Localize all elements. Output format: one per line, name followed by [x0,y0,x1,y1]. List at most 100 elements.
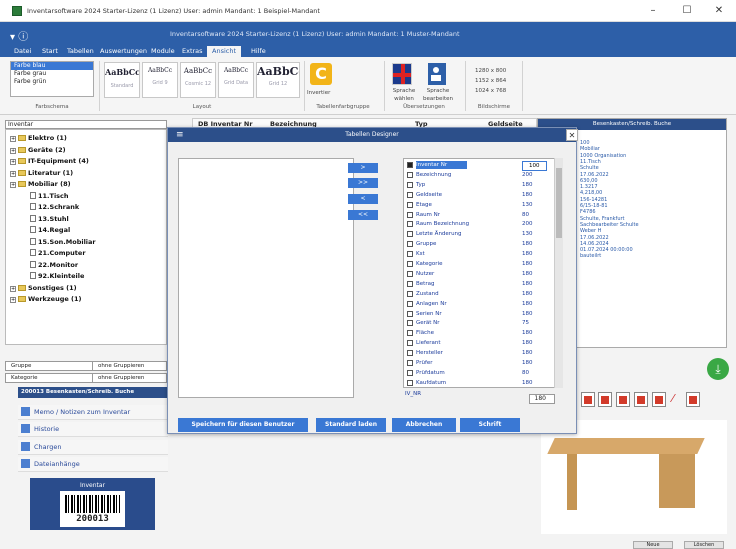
minimize-button[interactable]: – [638,4,668,18]
field-width[interactable]: 180 [522,250,533,258]
field-checkbox[interactable] [407,171,413,178]
field-checkbox[interactable] [407,231,413,238]
field-row[interactable]: Etage 130 [404,201,552,210]
field-checkbox[interactable] [407,379,413,386]
menu-start[interactable]: Start [37,46,63,57]
field-width[interactable]: 180 [522,260,533,268]
menu-datei[interactable]: Datei [9,46,36,57]
expand-toggle-icon[interactable]: + [10,147,16,154]
load-default-button[interactable]: Standard laden [316,418,386,432]
group-combo[interactable]: Gruppe [5,361,93,371]
tree-item[interactable]: 22.Monitor [22,260,78,269]
field-row[interactable]: Prüfdatum 80 [404,369,552,378]
field-row[interactable]: Raum Bezeichnung 200 [404,220,552,229]
tree-item[interactable]: 12.Schrank [22,203,79,211]
field-row[interactable]: Gerät Nr 75 [404,319,552,328]
category-mode-combo[interactable]: ohne Gruppieren [92,373,167,383]
field-checkbox[interactable] [407,270,413,277]
available-columns-list[interactable]: Inventar Nr 100 Bezeichnung 200 Typ 180 Geldse… [403,158,563,388]
field-checkbox[interactable] [407,251,413,258]
style-griddata[interactable]: AaBbCc Grid Data [218,62,254,98]
tree-item[interactable]: + IT-Equipment (4) [10,157,89,165]
field-checkbox[interactable] [407,360,413,366]
field-checkbox[interactable] [407,211,413,218]
field-width[interactable]: 200 [522,171,533,179]
field-row[interactable]: Lieferant 180 [404,339,552,348]
nav-memo[interactable]: Memo / Notizen zum Inventar [18,405,168,420]
field-width[interactable]: 80 [522,211,529,219]
group-mode-combo[interactable]: ohne Gruppieren [92,361,167,371]
field-row[interactable]: Typ 180 [404,181,552,190]
field-checkbox[interactable] [407,280,413,287]
field-checkbox[interactable] [407,261,413,267]
new-button[interactable]: Neue [633,541,673,549]
tree-item[interactable]: + Geräte (2) [10,146,66,154]
field-checkbox[interactable] [407,221,413,228]
field-row[interactable]: Serien Nr 180 [404,310,552,319]
field-checkbox[interactable] [407,181,413,188]
tree-item[interactable]: 15.Son.Mobiliar [22,237,96,246]
delete-icon[interactable] [634,392,648,407]
style-grid9[interactable]: AaBbCc Grid 9 [142,62,178,98]
field-width[interactable]: 100 [522,161,547,171]
doc-icon[interactable] [581,392,595,407]
quick-access-icons[interactable]: ▾ ⓘ [10,28,28,43]
category-combo[interactable]: Kategorie [5,373,93,383]
expand-toggle-icon[interactable]: + [10,182,16,188]
field-checkbox[interactable] [407,191,413,198]
dialog-menu-icon[interactable]: ≡ [176,130,184,140]
download-icon[interactable]: ⤓ [707,358,729,380]
move-all-left-button[interactable]: << [348,210,378,220]
style-cosmic12[interactable]: AaBbCc Cosmic 12 [180,62,216,98]
expand-toggle-icon[interactable]: + [10,170,16,177]
field-checkbox[interactable] [407,330,413,337]
close-window-button[interactable]: ✕ [704,4,734,18]
field-width[interactable]: 180 [522,359,533,367]
color-scheme-item[interactable]: Farbe grau [11,70,93,78]
field-width[interactable]: 130 [522,201,533,209]
menu-module[interactable]: Module [146,46,180,57]
field-width[interactable]: 80 [522,369,529,377]
expand-toggle-icon[interactable]: + [10,136,16,142]
tree-item[interactable]: 11.Tisch [22,191,69,200]
field-row[interactable]: Inventar Nr 100 [404,161,552,171]
tree-item[interactable]: + Literatur (1) [10,169,73,177]
field-checkbox[interactable] [407,162,413,168]
field-width[interactable]: 180 [522,339,533,347]
move-left-button[interactable]: < [348,194,378,204]
color-scheme-item[interactable]: Farbe grün [11,78,93,86]
field-width[interactable]: 180 [522,300,533,308]
menu-ansicht[interactable]: Ansicht [207,46,242,57]
style-standard[interactable]: AaBbCc Standard [104,62,140,98]
tree-item[interactable]: + Werkzeuge (1) [10,295,81,303]
category-tree[interactable]: + Elektro (1) + Geräte (2) + IT-Equipment (4)… [5,129,167,345]
delete-button[interactable]: Löschen [684,541,724,549]
width-spinner[interactable]: 180 [529,394,555,404]
visible-columns-list[interactable] [178,158,354,398]
screen-size-1152[interactable]: 1152 x 864 [475,77,506,85]
field-row[interactable]: Kst 180 [404,250,552,259]
delete-icon[interactable] [598,392,612,407]
color-scheme-item[interactable]: Farbe blau [11,62,93,70]
field-row[interactable]: Bezeichnung 200 [404,171,552,180]
field-checkbox[interactable] [407,340,413,347]
field-width[interactable]: 180 [522,270,533,278]
field-row[interactable]: Geldseite 180 [404,191,552,200]
field-width[interactable]: 180 [522,240,533,248]
field-width[interactable]: 75 [522,319,529,327]
invert-icon[interactable]: C [310,63,332,85]
menu-auswertungen[interactable]: Auswertungen [95,46,152,57]
field-checkbox[interactable] [407,350,413,357]
field-row[interactable]: Letzte Änderung 130 [404,230,552,239]
field-checkbox[interactable] [407,320,413,327]
field-row[interactable]: Fläche 180 [404,329,552,338]
field-row[interactable]: Gruppe 180 [404,240,552,249]
field-checkbox[interactable] [407,201,413,208]
field-width[interactable]: 180 [522,329,533,337]
tree-item[interactable]: 13.Stuhl [22,214,69,223]
tree-item[interactable]: 92.Kleinteile [22,272,84,280]
field-row[interactable]: Prüfer 180 [404,359,552,368]
tree-item[interactable]: 14.Regal [22,226,70,234]
font-button[interactable]: Schrift [460,418,520,432]
maximize-button[interactable]: ☐ [672,4,702,18]
